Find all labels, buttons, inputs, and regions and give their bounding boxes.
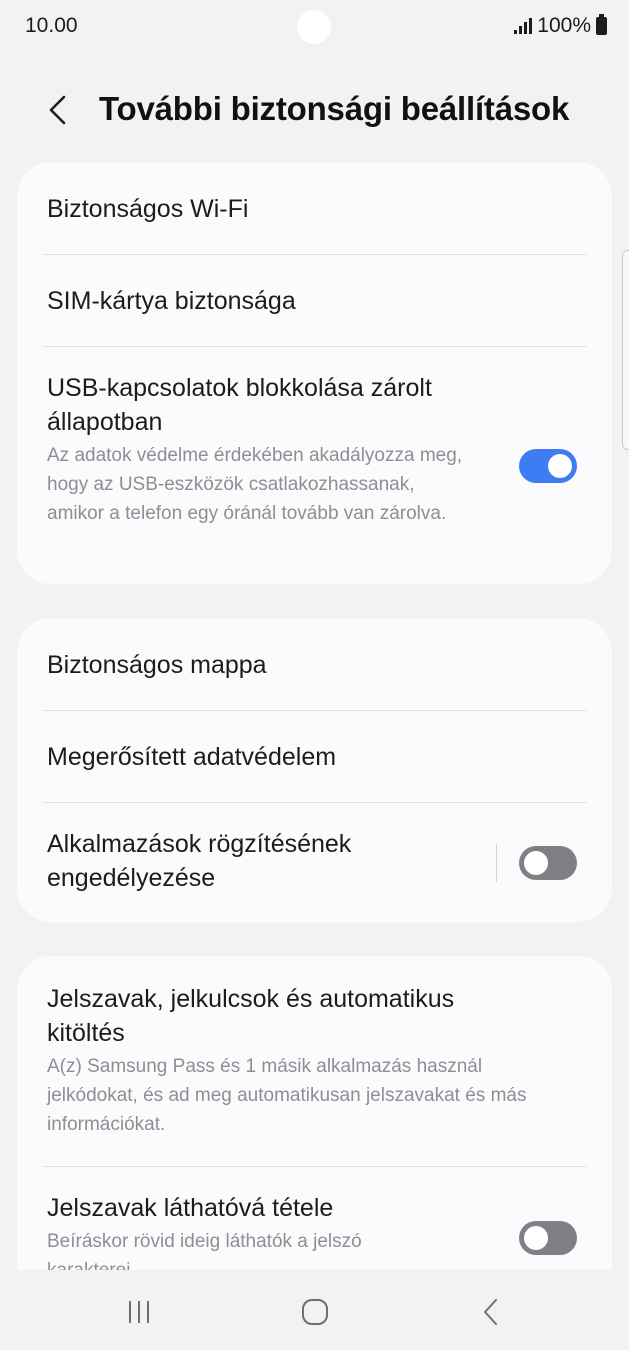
sim-security-label: SIM-kártya biztonsága [47, 287, 296, 315]
app-header: További biztonsági beállítások [0, 80, 629, 144]
passwords-autofill-item[interactable]: Jelszavak, jelkulcsok és automatikus kit… [17, 982, 612, 1139]
status-time: 10.00 [25, 14, 78, 37]
security-card-1: Biztonságos Wi-Fi SIM-kártya biztonsága … [17, 162, 612, 584]
back-button[interactable] [38, 90, 78, 130]
divider [42, 710, 587, 711]
divider [42, 802, 587, 803]
security-card-2: Biztonságos mappa Megerősített adatvédel… [17, 618, 612, 922]
app-pinning-title: Alkalmazások rögzítésének engedélyezése [47, 830, 352, 892]
show-passwords-title: Jelszavak láthatóvá tétele [47, 1194, 334, 1222]
secure-wifi-item[interactable]: Biztonságos Wi-Fi [17, 192, 612, 226]
app-pinning-toggle[interactable] [519, 846, 577, 880]
toggle-knob [524, 1226, 548, 1250]
show-passwords-toggle[interactable] [519, 1221, 577, 1255]
security-card-3: Jelszavak, jelkulcsok és automatikus kit… [17, 956, 612, 1270]
status-bar: 10.00 100% [0, 0, 629, 56]
enhanced-privacy-item[interactable]: Megerősített adatvédelem [17, 740, 612, 774]
recent-apps-icon [129, 1301, 149, 1323]
usb-block-description: Az adatok védelme érdekében akadályozza … [47, 445, 463, 524]
home-button[interactable] [295, 1295, 335, 1329]
battery-percentage: 100% [537, 14, 591, 37]
divider [42, 346, 587, 347]
secure-folder-item[interactable]: Biztonságos mappa [17, 648, 612, 682]
chevron-left-icon [49, 95, 66, 125]
signal-icon [514, 18, 533, 34]
show-passwords-description: Beíráskor rövid ideig láthatók a jelszó … [47, 1231, 362, 1270]
navigation-bar [0, 1270, 629, 1350]
divider [42, 254, 587, 255]
usb-block-title: USB-kapcsolatok blokkolása zárolt állapo… [47, 374, 432, 436]
toggle-knob [524, 851, 548, 875]
secure-folder-label: Biztonságos mappa [47, 651, 267, 679]
recent-apps-button[interactable] [119, 1295, 159, 1329]
home-icon [302, 1299, 328, 1325]
sim-security-item[interactable]: SIM-kártya biztonsága [17, 284, 612, 318]
usb-block-toggle[interactable] [519, 449, 577, 483]
scrollbar[interactable] [622, 250, 629, 450]
passwords-autofill-title: Jelszavak, jelkulcsok és automatikus kit… [47, 985, 455, 1047]
divider [42, 1166, 587, 1167]
back-nav-button[interactable] [471, 1295, 511, 1329]
page-title: További biztonsági beállítások [99, 90, 570, 127]
camera-cutout [297, 10, 331, 44]
passwords-autofill-description: A(z) Samsung Pass és 1 másik alkalmazás … [47, 1056, 527, 1135]
status-indicators: 100% [514, 13, 607, 39]
usb-block-item[interactable]: USB-kapcsolatok blokkolása zárolt állapo… [17, 371, 612, 528]
enhanced-privacy-label: Megerősített adatvédelem [47, 743, 337, 771]
battery-icon [596, 14, 607, 35]
secure-wifi-label: Biztonságos Wi-Fi [47, 195, 249, 223]
back-icon [484, 1299, 497, 1325]
toggle-knob [548, 454, 572, 478]
vertical-separator [496, 844, 497, 882]
